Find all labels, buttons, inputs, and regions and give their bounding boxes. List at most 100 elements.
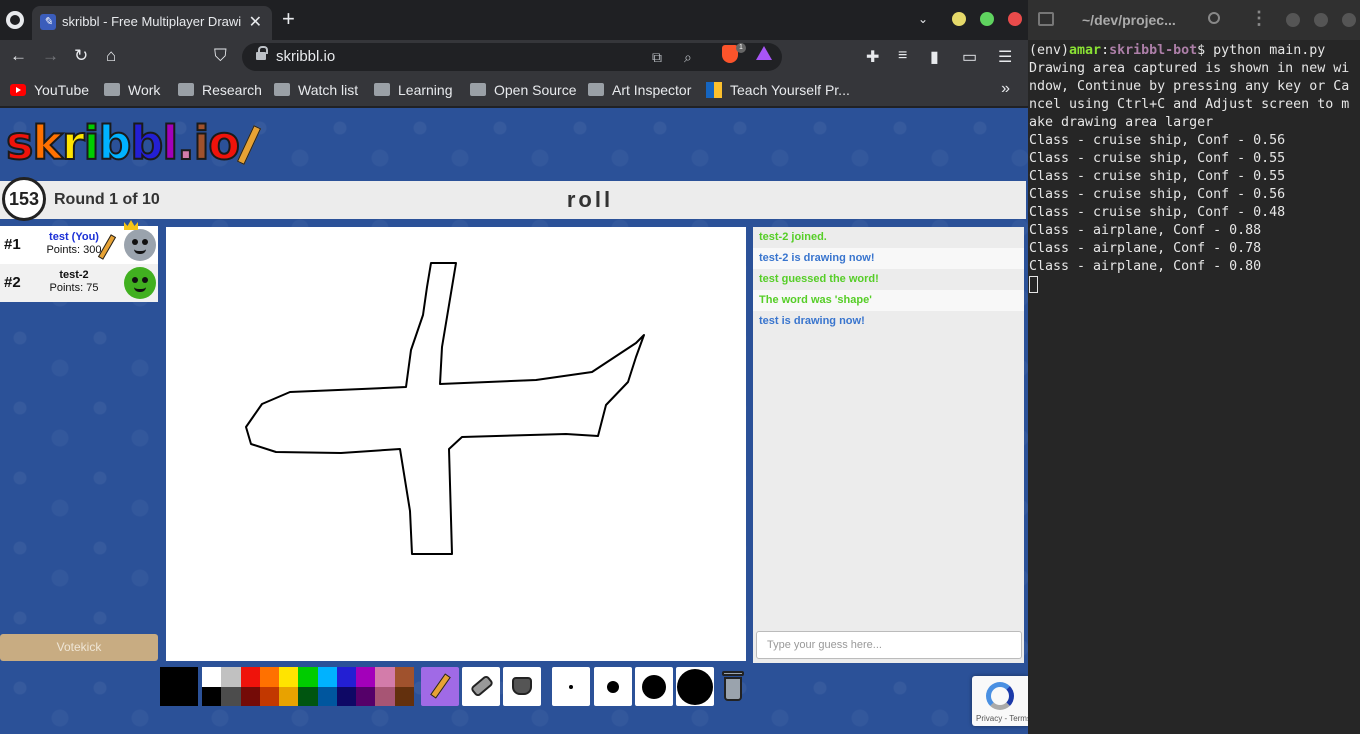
recaptcha-badge[interactable]: Privacy - Terms [972,676,1028,726]
guess-input[interactable] [756,631,1022,659]
address-bar[interactable]: skribbl.io ⧉ ⌕ [242,43,782,71]
logo-letter: k [31,115,64,171]
brush-size-large[interactable] [635,667,673,706]
bookmark-teach-yourself[interactable]: Teach Yourself Pr... [706,82,850,98]
terminal-maximize-button[interactable] [1314,13,1328,27]
menu-icon[interactable]: ☰ [998,47,1012,67]
votekick-button[interactable]: Votekick [0,634,158,661]
color-swatch[interactable] [375,686,395,706]
player-row[interactable]: #2 test-2 Points: 75 [0,264,158,302]
color-swatch[interactable] [356,667,376,687]
bookmark-open-source[interactable]: Open Source [470,82,577,98]
color-swatch[interactable] [240,686,260,706]
url-text[interactable]: skribbl.io [276,48,335,65]
game-header: 153 Round 1 of 10 roll [0,177,1026,221]
logo-letter: r [61,115,86,171]
eraser-icon [469,674,495,698]
color-swatch[interactable] [375,667,395,687]
terminal-window: ~/dev/projec... ⋮ (env)amar:skribbl-bot$… [1028,0,1360,734]
bookmark-art-inspector[interactable]: Art Inspector [588,82,691,98]
color-swatch[interactable] [221,667,241,687]
new-tab-button[interactable]: + [282,8,295,30]
bookmark-research[interactable]: Research [178,82,262,98]
bookmark-icon[interactable]: ⛉ [214,46,227,66]
color-swatch[interactable] [394,686,414,706]
round-indicator: Round 1 of 10 [54,191,160,208]
eraser-tool-button[interactable] [462,667,500,706]
back-arrow-icon[interactable]: ← [10,46,27,66]
logo-letter: i [193,115,211,171]
maximize-button[interactable] [980,12,994,26]
player-list: #1 test (You) Points: 300 #2 test-2 Poin… [0,220,160,302]
terminal-close-button[interactable] [1342,13,1356,27]
tab-skribbl[interactable]: ✎ skribbl - Free Multiplayer Drawing ✕ [32,6,272,40]
tab-close-icon[interactable]: ✕ [249,12,262,32]
terminal-minimize-button[interactable] [1286,13,1300,27]
bookmark-learning[interactable]: Learning [374,82,453,98]
github-icon[interactable] [6,11,24,29]
player-rank: #1 [4,236,21,253]
minimize-button[interactable] [952,12,966,26]
terminal-title: ~/dev/projec... [1082,12,1176,28]
color-swatch[interactable] [336,686,357,706]
brush-size-xlarge[interactable] [676,667,714,706]
search-icon[interactable] [1208,12,1220,24]
recaptcha-links[interactable]: Privacy - Terms [976,714,1028,723]
color-swatch[interactable] [279,686,299,706]
bookmark-work[interactable]: Work [104,82,160,98]
fill-tool-button[interactable] [503,667,541,706]
brush-size-small[interactable] [552,667,590,706]
color-swatch[interactable] [202,686,222,706]
chat-message: The word was 'shape' [753,290,1024,311]
bookmark-watch-list[interactable]: Watch list [274,82,358,98]
logo-pencil-icon [236,125,262,165]
avatar [124,267,156,299]
prompt-user: amar [1069,43,1102,58]
color-swatch[interactable] [356,686,376,706]
drawing-canvas[interactable] [166,227,746,661]
sidebar-icon[interactable]: ▮ [930,47,939,67]
bookmark-youtube[interactable]: YouTube [10,82,89,98]
trash-bin [724,677,742,701]
bookmarks-bar: YouTube Work Research Watch list Learnin… [0,74,1028,106]
color-swatch[interactable] [317,667,337,687]
media-control-icon[interactable]: ≡ [898,47,907,65]
color-swatch[interactable] [259,667,280,687]
drawing-toolbar [0,667,1028,712]
terminal-output[interactable]: (env)amar:skribbl-bot$ python main.py Dra… [1029,42,1357,295]
open-in-app-icon[interactable]: ⧉ [652,49,662,66]
terminal-menu-icon[interactable]: ⋮ [1250,8,1268,29]
logo-letter: o [207,115,241,171]
close-window-button[interactable] [1008,12,1022,26]
forward-arrow-icon[interactable]: → [42,46,59,66]
pencil-tool-button[interactable] [421,667,459,706]
terminal-line: Class - cruise ship, Conf - 0.56 [1029,187,1286,202]
extensions-icon[interactable]: ✚ [866,47,879,67]
color-swatch[interactable] [298,686,318,706]
avatar-eye [142,239,148,245]
clear-canvas-trash-icon[interactable] [722,671,744,701]
new-terminal-tab-icon[interactable] [1038,12,1054,26]
color-swatch[interactable] [279,667,299,687]
brush-size-medium[interactable] [594,667,632,706]
color-swatch[interactable] [317,686,337,706]
player-row[interactable]: #1 test (You) Points: 300 [0,220,158,264]
folder-icon [588,83,604,96]
tab-search-chevron-icon[interactable]: ⌄ [918,12,928,26]
terminal-cursor [1029,276,1038,293]
color-swatch[interactable] [240,667,260,687]
avatar-eye [132,277,138,283]
avatar-eye [132,239,138,245]
bookmarks-overflow-icon[interactable]: » [1001,80,1010,98]
color-swatch[interactable] [259,686,280,706]
reload-icon[interactable]: ↻ [74,46,88,66]
home-icon[interactable]: ⌂ [106,46,116,66]
zoom-icon[interactable]: ⌕ [684,49,692,66]
color-swatch[interactable] [221,686,241,706]
wallet-icon[interactable]: ▭ [962,47,977,67]
brave-rewards-icon[interactable] [756,46,772,60]
color-swatch[interactable] [202,667,222,687]
color-swatch[interactable] [336,667,357,687]
color-swatch[interactable] [394,667,414,687]
color-swatch[interactable] [298,667,318,687]
